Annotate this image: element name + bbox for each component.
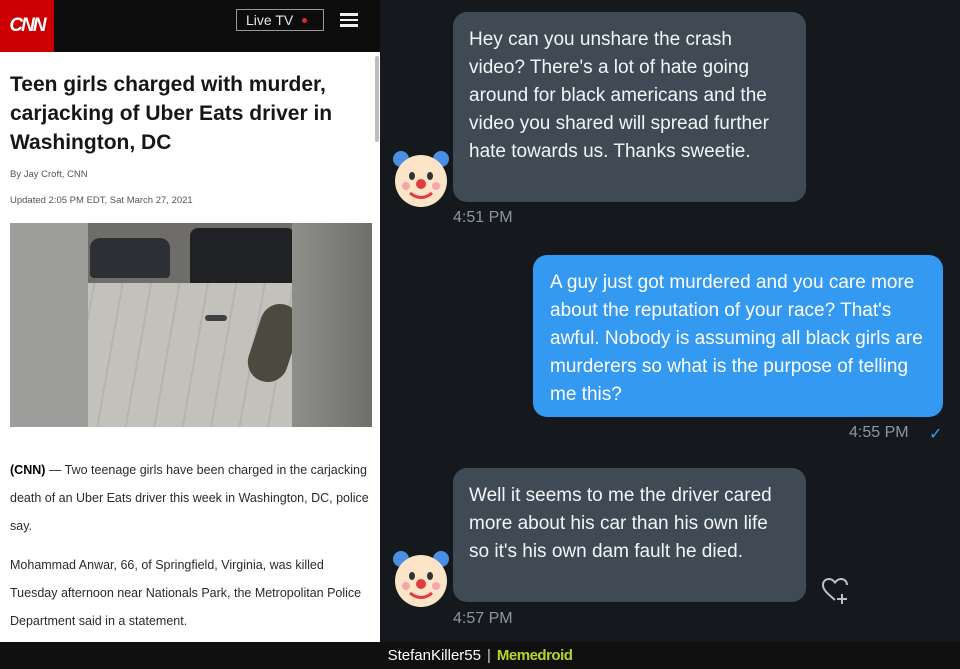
article-photo (10, 223, 372, 427)
article-byline: By Jay Croft, CNN (10, 169, 88, 180)
chat-panel: Hey can you unshare the crash video? The… (380, 0, 960, 642)
article-headline: Teen girls charged with murder, carjacki… (10, 73, 333, 154)
cnn-header: CNN Live TV (0, 0, 380, 52)
paragraph-1-text: — Two teenage girls have been charged in… (10, 463, 369, 533)
clown-avatar-icon[interactable] (390, 148, 452, 210)
watermark-footer: StefanKiller55 | Memedroid (0, 642, 960, 669)
live-tv-label: Live TV (246, 12, 294, 28)
hamburger-menu-icon[interactable] (340, 13, 358, 27)
message-timestamp: 4:57 PM (453, 610, 513, 627)
message-timestamp: 4:51 PM (453, 209, 513, 226)
clown-avatar-icon[interactable] (390, 548, 452, 610)
live-tv-button[interactable]: Live TV (236, 9, 324, 31)
footer-separator: | (486, 647, 491, 664)
add-reaction-icon[interactable] (820, 575, 850, 605)
incoming-message[interactable]: Hey can you unshare the crash video? The… (453, 12, 806, 202)
article-updated-time: Updated 2:05 PM EDT, Sat March 27, 2021 (10, 195, 193, 206)
article-paragraph-2: Mohammad Anwar, 66, of Springfield, Virg… (10, 558, 362, 628)
memedroid-brand[interactable]: Memedroid (497, 647, 573, 664)
live-dot-icon (302, 17, 308, 23)
dateline: (CNN) (10, 463, 46, 477)
cnn-logo[interactable]: CNN (0, 0, 54, 52)
scrollbar-thumb[interactable] (375, 56, 379, 142)
sent-check-icon: ✓ (929, 426, 943, 443)
article-panel: CNN Live TV Teen girls charged with murd… (0, 0, 380, 642)
article-paragraph-1: (CNN) — Two teenage girls have been char… (10, 456, 370, 540)
message-timestamp: 4:55 PM (849, 424, 909, 441)
outgoing-message[interactable]: A guy just got murdered and you care mor… (533, 255, 943, 417)
uploader-username[interactable]: StefanKiller55 (388, 647, 481, 664)
incoming-message[interactable]: Well it seems to me the driver cared mor… (453, 468, 806, 602)
